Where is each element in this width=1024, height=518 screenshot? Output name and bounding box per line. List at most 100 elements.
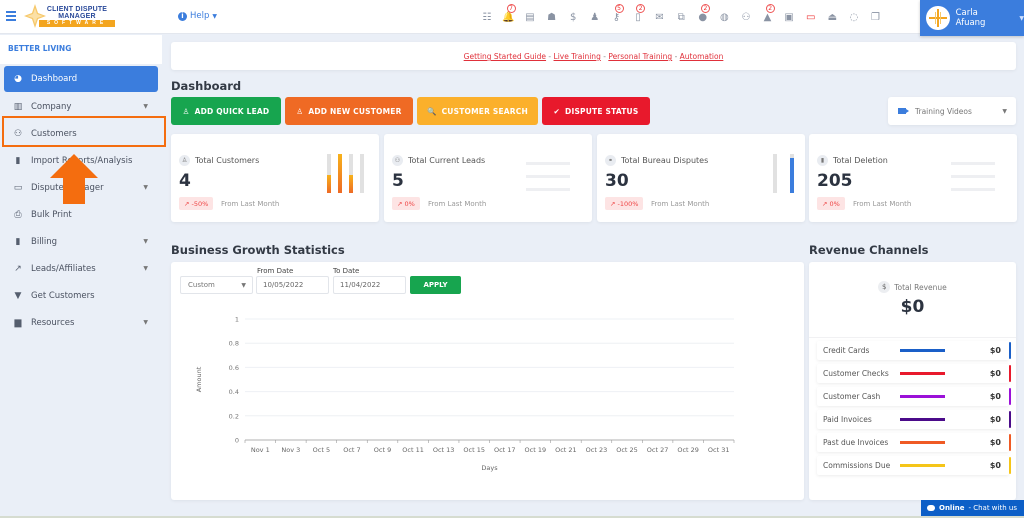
user-menu[interactable]: Carla Afuang ▼ (920, 0, 1024, 36)
organization-name: BETTER LIVING (0, 35, 162, 64)
topbar-icon-button[interactable]: ❐ (865, 7, 887, 27)
dispute-status-button[interactable]: ✔ DISPUTE STATUS (542, 97, 650, 125)
training-link[interactable]: Automation (680, 52, 724, 61)
x-tick-label: Oct 7 (343, 446, 360, 454)
stat-from-label: From Last Month (221, 200, 280, 208)
user-name: Carla Afuang (955, 8, 986, 28)
channel-edge-marker (1009, 388, 1011, 405)
channel-value: $0 (989, 438, 1001, 447)
topbar-icon-button[interactable]: ⏏ (822, 7, 844, 27)
topbar-icon-button[interactable]: $ (562, 7, 584, 27)
chat-bubble-icon (927, 505, 935, 511)
sidebar-item-label: Company (31, 101, 72, 112)
channel-label: Past due Invoices (823, 438, 889, 447)
topbar-icon-button[interactable]: ☗ (541, 7, 563, 27)
notification-badge: 2 (765, 4, 775, 13)
total-revenue-value: $0 (900, 297, 925, 317)
chevron-down-icon: ▼ (143, 184, 148, 191)
topbar-icon-button[interactable]: ◍ (714, 7, 736, 27)
sidebar-item-leads-affiliates[interactable]: ↗ Leads/Affiliates ▼ (4, 255, 158, 282)
search-icon: 🔍 (427, 106, 437, 116)
chevron-down-icon: ▼ (1019, 14, 1024, 22)
app-logo[interactable]: CLIENT DISPUTE MANAGER SOFTWARE (22, 4, 116, 28)
dollar-icon: $ (569, 11, 577, 23)
stat-card-total-bureau-disputes[interactable]: ⚭ Total Bureau Disputes 30 ↗ -100% From Last… (597, 134, 805, 222)
channel-color-bar (900, 418, 945, 421)
add-new-customer-button[interactable]: ♙ ADD NEW CUSTOMER (285, 97, 413, 125)
sidebar-item-billing[interactable]: ▮ Billing ▼ (4, 228, 158, 255)
chart-line-icon: ↗ (397, 200, 405, 208)
topbar-icon-button[interactable]: ▭ (800, 7, 822, 27)
topbar-icon-button[interactable]: ▯ 2 (627, 4, 649, 27)
x-tick-label: Oct 11 (402, 446, 424, 454)
add-quick-lead-button[interactable]: ♙ ADD QUICK LEAD (171, 97, 281, 125)
sidebar-item-get-customers[interactable]: ▼ Get Customers (4, 282, 158, 309)
menu-toggle-icon[interactable] (6, 11, 16, 21)
stat-card-total-deletion[interactable]: ▮ Total Deletion 205 ↗ 0% From Last Month (809, 134, 1017, 222)
topbar-icon-button[interactable]: ⚷ 5 (606, 4, 628, 27)
help-menu[interactable]: i Help ▼ (178, 11, 217, 21)
training-link[interactable]: Live Training (554, 52, 601, 61)
agent-icon: ☗ (547, 11, 557, 23)
notification-icons: ☷ 🔔 7 ▤ ☗ $ ♟ ⚷ 5 ▯ 2 ✉ ⧉ ● 2 ◍ ⚇ ▲ 2 ▣ ▭ ⏏ ◌ ❐ (476, 4, 887, 27)
notification-badge: 5 (614, 4, 624, 13)
channel-value: $0 (989, 415, 1001, 424)
mini-bar-chart (327, 154, 364, 193)
customer-search-button[interactable]: 🔍 CUSTOMER SEARCH (417, 97, 538, 125)
sidebar-item-dashboard[interactable]: ◕ Dashboard (4, 66, 158, 92)
revenue-title: Revenue Channels (809, 243, 929, 257)
stat-card-total-customers[interactable]: ♙ Total Customers 4 ↗ -50% From Last Month (171, 134, 379, 222)
stat-from-label: From Last Month (853, 200, 912, 208)
chat-widget[interactable]: Online - Chat with us (921, 500, 1024, 516)
topbar-icon-button[interactable]: ⚇ (735, 7, 757, 27)
trash-icon: ▮ (817, 155, 828, 166)
topbar-icon-button[interactable]: ▣ (778, 7, 800, 27)
topbar-icon-button[interactable]: 🔔 7 (498, 4, 520, 27)
document-icon: ▯ (635, 11, 641, 23)
topbar-icon-button[interactable]: ✉ (649, 7, 671, 27)
y-tick-label: 0.4 (229, 388, 239, 396)
training-link[interactable]: Personal Training (608, 52, 672, 61)
revenue-channel-row: Credit Cards $0 (817, 341, 1011, 360)
graduation-cap-icon: ▼ (14, 290, 22, 301)
training-link[interactable]: Getting Started Guide (464, 52, 546, 61)
sidebar-item-label: Get Customers (31, 290, 95, 301)
topbar-icon-button[interactable]: ◌ (843, 7, 865, 27)
channel-label: Customer Checks (823, 369, 889, 378)
sidebar-item-label: Leads/Affiliates (31, 263, 96, 274)
mini-bar (773, 154, 777, 193)
warning-icon: ▲ (763, 11, 772, 23)
stat-label: Total Bureau Disputes (621, 156, 709, 165)
chart-line-icon: ↗ (14, 263, 22, 274)
user-icon: ♙ (182, 106, 190, 116)
channel-value: $0 (989, 461, 1001, 470)
chart-line-icon: ↗ (610, 200, 618, 208)
money-icon: ▭ (805, 11, 816, 23)
mini-bar-chart (773, 154, 794, 193)
laptop-icon: ▭ (13, 182, 23, 193)
key-icon: ⚷ (612, 11, 621, 23)
placeholder-lines (526, 162, 570, 201)
x-tick-label: Nov 1 (251, 446, 270, 454)
sidebar-item-resources[interactable]: ▆ Resources ▼ (4, 309, 158, 336)
y-tick-label: 0.6 (229, 364, 239, 372)
file-import-icon: ▮ (15, 155, 21, 166)
x-tick-label: Oct 27 (647, 446, 669, 454)
channel-color-bar (900, 349, 945, 352)
topbar-icon-button[interactable]: ● 2 (692, 4, 714, 27)
x-axis-label: Days (481, 464, 498, 472)
sidebar-item-bulk-print[interactable]: ⎙ Bulk Print (4, 201, 158, 228)
topbar-icon-button[interactable]: ☷ (476, 7, 498, 27)
training-videos-dropdown[interactable]: Training Videos ▼ (888, 97, 1016, 125)
topbar-icon-button[interactable]: ♟ (584, 7, 606, 27)
topbar-icon-button[interactable]: ⧉ (670, 7, 692, 27)
x-tick-label: Oct 5 (313, 446, 330, 454)
stat-card-total-current-leads[interactable]: ⚇ Total Current Leads 5 ↗ 0% From Last Month (384, 134, 592, 222)
y-tick-label: 0.8 (229, 340, 239, 348)
y-axis-label: Amount (195, 366, 203, 392)
channel-edge-marker (1009, 434, 1011, 451)
total-revenue-label: Total Revenue (894, 282, 947, 292)
topbar-icon-button[interactable]: ▤ (519, 7, 541, 27)
info-icon: ● (698, 11, 708, 23)
topbar-icon-button[interactable]: ▲ 2 (757, 4, 779, 27)
